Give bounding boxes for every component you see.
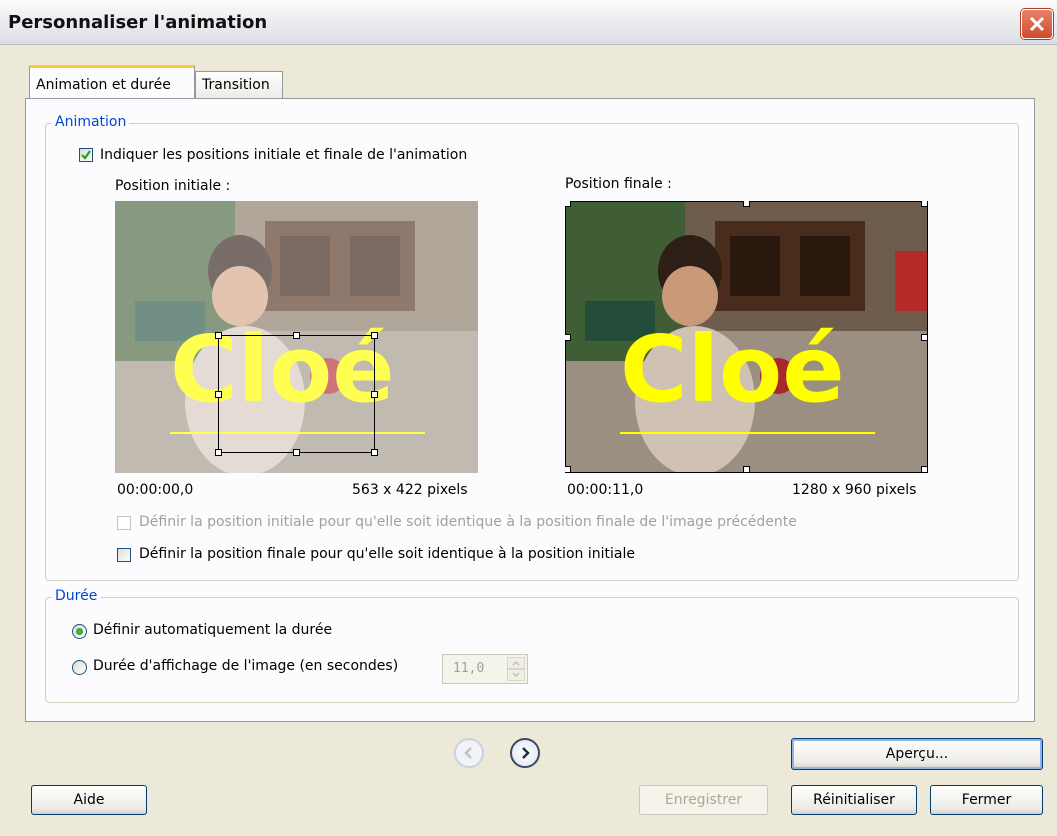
resize-handle[interactable] — [293, 449, 300, 456]
tab-animation-duration[interactable]: Animation et durée — [29, 65, 195, 98]
radio-selected-dot — [76, 628, 83, 635]
help-button[interactable]: Aide — [31, 785, 147, 815]
end-selection-frame[interactable] — [565, 201, 928, 473]
end-position-preview[interactable]: Cloé — [565, 201, 928, 473]
resize-handle[interactable] — [293, 332, 300, 339]
end-position-label: Position finale : — [565, 176, 672, 192]
resize-handle[interactable] — [371, 391, 378, 398]
resize-handle[interactable] — [565, 201, 571, 207]
close-window-button[interactable] — [1021, 9, 1053, 39]
same-as-previous-checkbox[interactable] — [117, 516, 131, 530]
start-position-label: Position initiale : — [115, 178, 231, 194]
resize-handle[interactable] — [743, 201, 750, 207]
start-selection-frame[interactable] — [218, 335, 375, 453]
end-time: 00:00:11,0 — [567, 482, 644, 498]
indicate-positions-checkbox[interactable] — [79, 148, 93, 162]
tab-transition[interactable]: Transition — [195, 71, 283, 99]
resize-handle[interactable] — [921, 466, 928, 473]
start-size: 563 x 422 pixels — [352, 482, 468, 498]
chevron-left-icon — [464, 747, 472, 759]
chevron-right-icon — [522, 747, 530, 759]
animation-group-title: Animation — [52, 114, 130, 130]
resize-handle[interactable] — [921, 334, 928, 341]
resize-handle[interactable] — [565, 334, 571, 341]
resize-handle[interactable] — [215, 449, 222, 456]
close-button[interactable]: Fermer — [930, 785, 1043, 815]
resize-handle[interactable] — [215, 332, 222, 339]
start-position-preview[interactable]: Cloé — [115, 201, 478, 473]
end-size: 1280 x 960 pixels — [792, 482, 917, 498]
next-image-button[interactable] — [510, 738, 540, 768]
indicate-positions-label[interactable]: Indiquer les positions initiale et final… — [100, 147, 467, 163]
preview-button[interactable]: Aperçu... — [791, 738, 1043, 770]
resize-handle[interactable] — [215, 391, 222, 398]
auto-duration-label[interactable]: Définir automatiquement la durée — [93, 622, 332, 638]
duration-value: 11,0 — [453, 661, 485, 676]
start-time: 00:00:00,0 — [117, 482, 194, 498]
same-as-start-checkbox[interactable] — [117, 548, 131, 562]
duration-group: Durée Définir automatiquement la durée D… — [45, 588, 1019, 703]
resize-handle[interactable] — [565, 466, 571, 473]
previous-image-button[interactable] — [454, 738, 484, 768]
same-as-start-label[interactable]: Définir la position finale pour qu'elle … — [139, 546, 635, 562]
animation-group: Animation Indiquer les positions initial… — [45, 114, 1019, 581]
tab-panel: Animation Indiquer les positions initial… — [25, 98, 1035, 722]
spin-down-icon[interactable] — [507, 669, 525, 681]
same-as-previous-label[interactable]: Définir la position initiale pour qu'ell… — [139, 514, 797, 530]
spin-up-icon[interactable] — [507, 657, 525, 669]
window-title: Personnaliser l'animation — [8, 12, 268, 33]
checkmark-icon — [81, 150, 91, 160]
resize-handle[interactable] — [743, 466, 750, 473]
reset-button[interactable]: Réinitialiser — [791, 785, 917, 815]
auto-duration-radio[interactable] — [72, 624, 87, 639]
duration-group-title: Durée — [52, 588, 101, 604]
duration-spinner[interactable]: 11,0 — [442, 654, 528, 684]
save-button[interactable]: Enregistrer — [639, 785, 768, 815]
manual-duration-radio[interactable] — [72, 660, 87, 675]
title-bar: Personnaliser l'animation — [0, 0, 1057, 45]
resize-handle[interactable] — [371, 449, 378, 456]
manual-duration-label[interactable]: Durée d'affichage de l'image (en seconde… — [93, 658, 398, 674]
resize-handle[interactable] — [921, 201, 928, 207]
close-icon — [1029, 16, 1045, 32]
resize-handle[interactable] — [371, 332, 378, 339]
